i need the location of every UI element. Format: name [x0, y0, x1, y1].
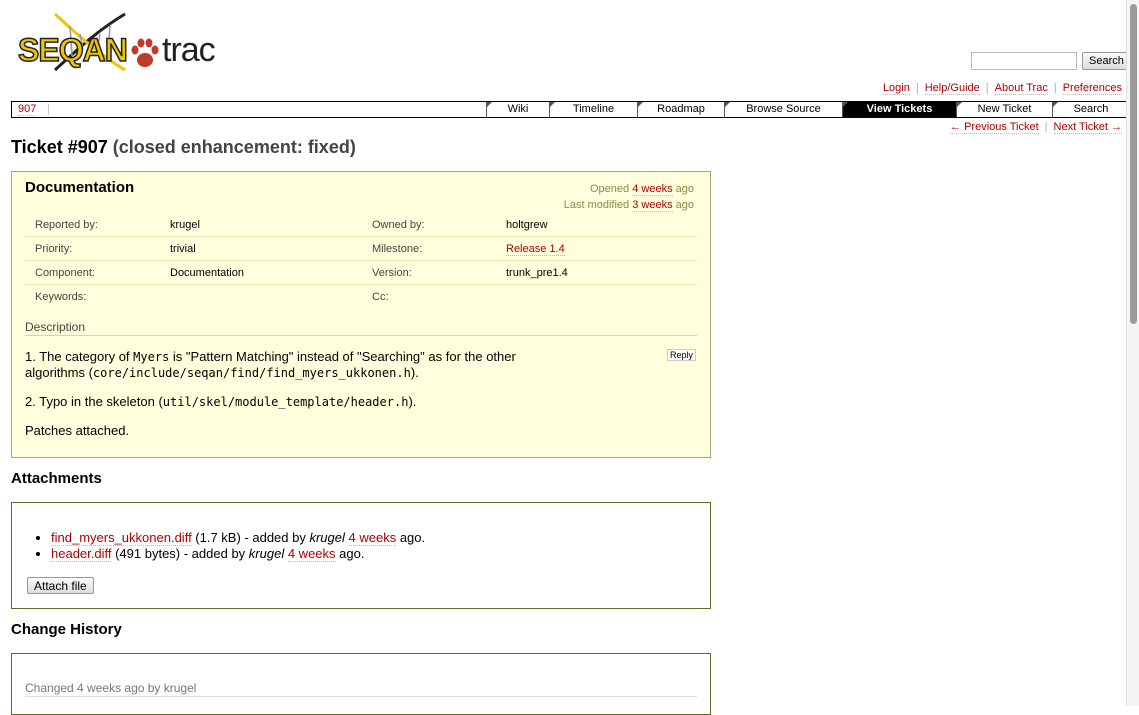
nav-timeline[interactable]: Timeline — [549, 102, 637, 117]
search-button[interactable]: Search — [1082, 52, 1131, 70]
attachment-list: find_myers_ukkonen.diff (1.7 kB) - added… — [51, 530, 425, 562]
milestone-link[interactable]: Release 1.4 — [506, 243, 565, 256]
meta-nav: Login | Help/Guide | About Trac | Preferences — [882, 82, 1122, 95]
nav-new-ticket[interactable]: New Ticket — [956, 102, 1052, 117]
attachment-link[interactable]: find_myers_ukkonen.diff — [51, 530, 192, 546]
ticket-status: (closed enhancement: fixed) — [112, 137, 356, 157]
login-link[interactable]: Login — [882, 82, 910, 95]
attachment-age-link[interactable]: 4 weeks — [348, 530, 397, 546]
help-guide-link[interactable]: Help/Guide — [924, 82, 980, 95]
list-item: find_myers_ukkonen.diff (1.7 kB) - added… — [51, 530, 425, 546]
change-header: Changed 4 weeks ago by krugel — [25, 681, 197, 695]
code-path-skel: util/skel/module_template/header.h — [162, 395, 409, 409]
logo-brand-text: SEQAN — [17, 31, 128, 69]
change-history-heading: Change History — [11, 621, 122, 638]
nav-search[interactable]: Search — [1052, 102, 1129, 117]
modified-label: Last modified — [563, 199, 630, 211]
ticket-summary: Documentation — [25, 179, 135, 196]
ticket-nav: ← Previous Ticket | Next Ticket → — [950, 121, 1122, 134]
reply-button[interactable]: Reply — [666, 349, 696, 361]
attachment-author: krugel — [248, 546, 285, 561]
nav-wiki[interactable]: Wiki — [486, 102, 549, 117]
nav-view-tickets[interactable]: View Tickets — [842, 102, 956, 117]
prop-row: Priority: trivial Milestone: Release 1.4 — [25, 236, 697, 260]
main-nav: 907 Wiki Timeline Roadmap Browse Source … — [11, 101, 1129, 118]
description-title: Description — [25, 320, 86, 334]
ticket-box: Documentation Opened 4 weeks ago Last mo… — [11, 171, 711, 458]
description-paragraph-3: Patches attached. — [25, 423, 130, 438]
reported-by-value: krugel — [170, 219, 200, 231]
owned-by-value: holtgrew — [506, 219, 548, 231]
logo[interactable]: SEQAN trac — [14, 12, 229, 74]
paw-icon — [131, 38, 159, 67]
opened-label: Opened — [590, 183, 630, 195]
owned-by-label: Owned by: — [372, 219, 425, 231]
attachment-link[interactable]: header.diff — [51, 546, 112, 562]
attachment-age-link[interactable]: 4 weeks — [287, 546, 336, 562]
about-trac-link[interactable]: About Trac — [994, 82, 1048, 95]
prop-row: Reported by: krugel Owned by: holtgrew — [25, 213, 697, 236]
next-ticket-link[interactable]: Next Ticket → — [1053, 121, 1122, 134]
prop-row: Keywords: Cc: — [25, 284, 697, 308]
vertical-scrollbar[interactable] — [1126, 0, 1139, 706]
opened-suffix: ago — [675, 183, 694, 195]
opened-age-link[interactable]: 4 weeks — [632, 183, 673, 196]
page-title: Ticket #907 (closed enhancement: fixed) — [11, 137, 356, 158]
description-paragraph-1: 1. The category of Myers is "Pattern Mat… — [25, 349, 516, 380]
preferences-link[interactable]: Preferences — [1062, 82, 1122, 95]
cc-label: Cc: — [372, 291, 389, 303]
previous-ticket-link[interactable]: ← Previous Ticket — [950, 121, 1039, 134]
code-myers: Myers — [133, 350, 170, 364]
search-input[interactable] — [971, 52, 1077, 70]
change-divider — [25, 696, 697, 697]
code-path-find: core/include/seqan/find/find_myers_ukkon… — [92, 366, 411, 380]
priority-value: trivial — [170, 243, 196, 255]
priority-label: Priority: — [35, 243, 73, 255]
reported-by-label: Reported by: — [35, 219, 98, 231]
attach-file-button[interactable]: Attach file — [27, 577, 94, 594]
context-divider — [48, 104, 49, 115]
version-label: Version: — [372, 267, 412, 279]
attachments-heading: Attachments — [11, 470, 102, 487]
context-ticket-link[interactable]: 907 — [18, 103, 37, 116]
attachments-box: find_myers_ukkonen.diff (1.7 kB) - added… — [11, 502, 711, 609]
ticket-number: Ticket #907 — [11, 137, 108, 157]
keywords-label: Keywords: — [35, 291, 87, 303]
component-value: Documentation — [170, 267, 244, 279]
description-divider — [25, 335, 697, 336]
milestone-label: Milestone: — [372, 243, 423, 255]
modified-age-link[interactable]: 3 weeks — [632, 199, 673, 212]
version-value: trunk_pre1.4 — [506, 267, 568, 279]
nav-browse-source[interactable]: Browse Source — [724, 102, 842, 117]
attachment-author: krugel — [309, 530, 345, 545]
modified-suffix: ago — [675, 199, 694, 211]
logo-product-text: trac — [162, 31, 216, 69]
list-item: header.diff (491 bytes) - added by kruge… — [51, 546, 425, 562]
nav-roadmap[interactable]: Roadmap — [637, 102, 724, 117]
component-label: Component: — [35, 267, 95, 279]
ticket-dates: Opened 4 weeks ago Last modified 3 weeks… — [564, 181, 694, 213]
description-paragraph-2: 2. Typo in the skeleton (util/skel/modul… — [25, 394, 417, 409]
scrollbar-thumb[interactable] — [1130, 4, 1137, 324]
prop-row: Component: Documentation Version: trunk_… — [25, 260, 697, 284]
ticket-properties: Reported by: krugel Owned by: holtgrew P… — [25, 213, 697, 308]
